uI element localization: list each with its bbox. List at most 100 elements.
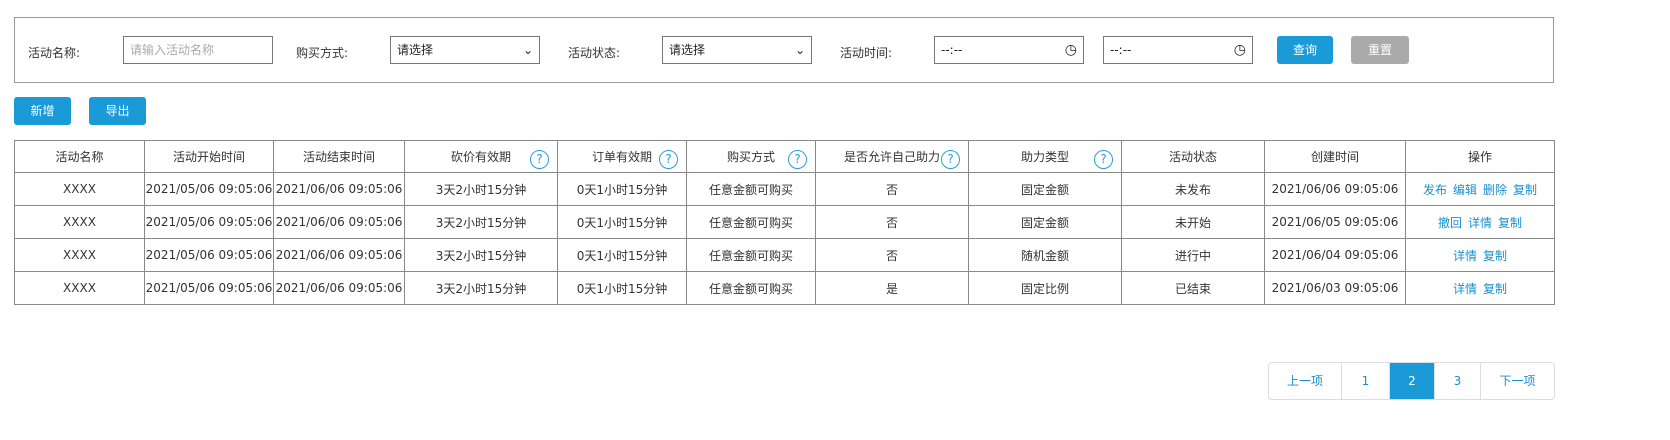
table-row: XXXX 2021/05/06 09:05:06 2021/06/06 09:05:… bbox=[14, 271, 1555, 305]
action-link[interactable]: 复制 bbox=[1483, 249, 1507, 263]
table-row: XXXX 2021/05/06 09:05:06 2021/06/06 09:05:… bbox=[14, 205, 1555, 239]
table-cell: 固定比例 bbox=[968, 271, 1122, 305]
time-end-input[interactable]: --:-- ◷ bbox=[1103, 36, 1253, 64]
column-header: 是否允许自己助力? bbox=[815, 140, 969, 173]
header-label: 购买方式 bbox=[726, 150, 775, 164]
table-cell: 3天2小时15分钟 bbox=[404, 205, 558, 239]
help-icon[interactable]: ? bbox=[788, 150, 807, 169]
action-link[interactable]: 撤回 bbox=[1438, 216, 1462, 230]
table-cell: 未开始 bbox=[1121, 205, 1265, 239]
table-row: XXXX 2021/05/06 09:05:06 2021/06/06 09:05:… bbox=[14, 172, 1555, 206]
query-button[interactable]: 查询 bbox=[1277, 36, 1333, 64]
table-cell: 2021/06/04 09:05:06 bbox=[1264, 238, 1406, 272]
export-button[interactable]: 导出 bbox=[89, 97, 146, 125]
status-select[interactable]: 请选择 ⌄ bbox=[662, 36, 812, 64]
column-header: 活动结束时间 bbox=[273, 140, 405, 173]
header-label: 砍价有效期 bbox=[450, 150, 511, 164]
header-label: 是否允许自己助力 bbox=[843, 150, 940, 164]
table-cell: 2021/05/06 09:05:06 bbox=[144, 172, 274, 206]
activity-name-input[interactable]: 请输入活动名称 bbox=[123, 36, 273, 64]
chevron-down-icon: ⌄ bbox=[522, 43, 533, 57]
action-link[interactable]: 复制 bbox=[1483, 282, 1507, 296]
table-cell: 2021/05/06 09:05:06 bbox=[144, 205, 274, 239]
header-label: 创建时间 bbox=[1310, 150, 1359, 164]
header-label: 订单有效期 bbox=[591, 150, 652, 164]
activity-table: 活动名称 活动开始时间 活动结束时间 砍价有效期? 订单有效期? 购买方式? 是否允许自己助… bbox=[14, 140, 1555, 305]
help-icon[interactable]: ? bbox=[530, 150, 549, 169]
add-button[interactable]: 新增 bbox=[14, 97, 71, 125]
buy-method-select[interactable]: 请选择 ⌄ bbox=[390, 36, 540, 64]
table-cell: XXXX bbox=[14, 172, 145, 206]
table-cell: 2021/05/06 09:05:06 bbox=[144, 238, 274, 272]
activity-name-label: 活动名称: bbox=[28, 46, 81, 60]
time-start-value: --:-- bbox=[941, 43, 963, 57]
action-link[interactable]: 复制 bbox=[1513, 183, 1537, 197]
header-label: 活动名称 bbox=[55, 150, 104, 164]
table-cell: 未发布 bbox=[1121, 172, 1265, 206]
help-icon[interactable]: ? bbox=[659, 150, 678, 169]
help-icon[interactable]: ? bbox=[1094, 150, 1113, 169]
table-cell: 2021/05/06 09:05:06 bbox=[144, 271, 274, 305]
time-end-value: --:-- bbox=[1110, 43, 1132, 57]
column-header: 创建时间 bbox=[1264, 140, 1406, 173]
column-header: 助力类型? bbox=[968, 140, 1122, 173]
action-link[interactable]: 复制 bbox=[1498, 216, 1522, 230]
actions-cell: 发布 编辑 删除 复制 bbox=[1405, 172, 1555, 206]
action-link[interactable]: 详情 bbox=[1453, 282, 1477, 296]
status-value: 请选择 bbox=[669, 43, 706, 57]
column-header: 操作 bbox=[1405, 140, 1555, 173]
prev-page-button[interactable]: 上一项 bbox=[1269, 363, 1341, 399]
filter-panel: 活动名称: 请输入活动名称 购买方式: 请选择 ⌄ 活动状态: 请选择 ⌄ 活动时间… bbox=[14, 17, 1554, 83]
header-label: 活动结束时间 bbox=[302, 150, 375, 164]
table-cell: 任意金额可购买 bbox=[686, 238, 816, 272]
header-label: 操作 bbox=[1467, 150, 1492, 164]
action-link[interactable]: 编辑 bbox=[1453, 183, 1477, 197]
table-cell: 0天1小时15分钟 bbox=[557, 205, 687, 239]
table-cell: 任意金额可购买 bbox=[686, 205, 816, 239]
table-cell: 3天2小时15分钟 bbox=[404, 271, 558, 305]
table-cell: 任意金额可购买 bbox=[686, 271, 816, 305]
column-header: 活动开始时间 bbox=[144, 140, 274, 173]
table-cell: 否 bbox=[815, 238, 969, 272]
time-label: 活动时间: bbox=[840, 46, 893, 60]
time-start-input[interactable]: --:-- ◷ bbox=[934, 36, 1084, 64]
table-cell: 3天2小时15分钟 bbox=[404, 238, 558, 272]
table-cell: 0天1小时15分钟 bbox=[557, 238, 687, 272]
pagination: 上一项 1 2 3 下一项 bbox=[1268, 362, 1555, 400]
header-label: 活动状态 bbox=[1168, 150, 1217, 164]
action-link[interactable]: 发布 bbox=[1423, 183, 1447, 197]
table-cell: 2021/06/06 09:05:06 bbox=[273, 238, 405, 272]
table-cell: 否 bbox=[815, 205, 969, 239]
table-cell: 固定金额 bbox=[968, 172, 1122, 206]
next-page-button[interactable]: 下一项 bbox=[1480, 363, 1554, 399]
table-cell: XXXX bbox=[14, 271, 145, 305]
table-cell: 任意金额可购买 bbox=[686, 172, 816, 206]
table-row: XXXX 2021/05/06 09:05:06 2021/06/06 09:05:… bbox=[14, 238, 1555, 272]
action-link[interactable]: 删除 bbox=[1483, 183, 1507, 197]
buy-method-label: 购买方式: bbox=[296, 46, 349, 60]
status-label: 活动状态: bbox=[568, 46, 621, 60]
page-3[interactable]: 3 bbox=[1434, 363, 1480, 399]
reset-button[interactable]: 重置 bbox=[1351, 36, 1409, 64]
table-cell: 0天1小时15分钟 bbox=[557, 271, 687, 305]
table-cell: 已结束 bbox=[1121, 271, 1265, 305]
table-cell: 2021/06/05 09:05:06 bbox=[1264, 205, 1406, 239]
buy-method-value: 请选择 bbox=[397, 43, 434, 57]
table-cell: 3天2小时15分钟 bbox=[404, 172, 558, 206]
actions-cell: 详情 复制 bbox=[1405, 271, 1555, 305]
page-1[interactable]: 1 bbox=[1341, 363, 1389, 399]
action-link[interactable]: 详情 bbox=[1453, 249, 1477, 263]
header-label: 助力类型 bbox=[1020, 150, 1069, 164]
chevron-down-icon: ⌄ bbox=[794, 43, 805, 57]
table-cell: 0天1小时15分钟 bbox=[557, 172, 687, 206]
table-cell: 进行中 bbox=[1121, 238, 1265, 272]
table-cell: 否 bbox=[815, 172, 969, 206]
help-icon[interactable]: ? bbox=[941, 150, 960, 169]
page-2[interactable]: 2 bbox=[1389, 363, 1434, 399]
table-cell: 2021/06/06 09:05:06 bbox=[273, 172, 405, 206]
action-link[interactable]: 详情 bbox=[1468, 216, 1492, 230]
column-header: 订单有效期? bbox=[557, 140, 687, 173]
clock-icon: ◷ bbox=[1233, 42, 1246, 58]
table-cell: 随机金额 bbox=[968, 238, 1122, 272]
column-header: 购买方式? bbox=[686, 140, 816, 173]
